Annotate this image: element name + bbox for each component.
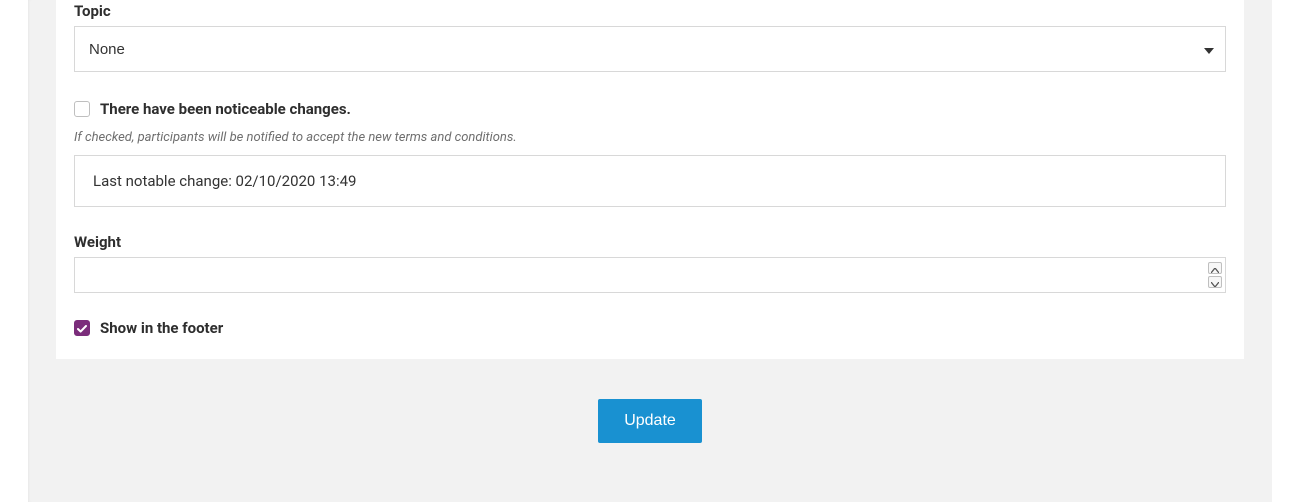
topic-select[interactable]: None: [74, 26, 1226, 72]
submit-row: Update: [28, 359, 1272, 443]
footer-checkbox[interactable]: [74, 320, 90, 336]
viewport: Topic None There have been noticeable ch…: [0, 0, 1300, 502]
topic-label: Topic: [74, 0, 1226, 20]
weight-spinners: [1208, 262, 1222, 288]
last-change-text: Last notable change: 02/10/2020 13:49: [93, 172, 356, 190]
page-area: Topic None There have been noticeable ch…: [28, 0, 1272, 502]
changes-checkbox[interactable]: [74, 101, 90, 117]
changes-label: There have been noticeable changes.: [100, 100, 351, 118]
changes-check-row: There have been noticeable changes.: [74, 100, 1226, 118]
footer-check-row: Show in the footer: [74, 319, 1226, 337]
changes-hint: If checked, participants will be notifie…: [74, 130, 1226, 145]
last-change-box: Last notable change: 02/10/2020 13:49: [74, 155, 1226, 207]
weight-label: Weight: [74, 233, 1226, 251]
weight-input[interactable]: [74, 257, 1226, 293]
footer-label: Show in the footer: [100, 319, 223, 337]
topic-select-wrap: None: [74, 26, 1226, 72]
topic-group: Topic None: [74, 0, 1226, 72]
chevron-down-icon: [1211, 273, 1219, 291]
form-panel: Topic None There have been noticeable ch…: [56, 0, 1244, 359]
weight-input-wrap: [74, 257, 1226, 293]
check-icon: [77, 319, 87, 337]
weight-group: Weight: [74, 233, 1226, 293]
weight-step-down[interactable]: [1208, 276, 1222, 288]
update-button[interactable]: Update: [598, 399, 702, 443]
